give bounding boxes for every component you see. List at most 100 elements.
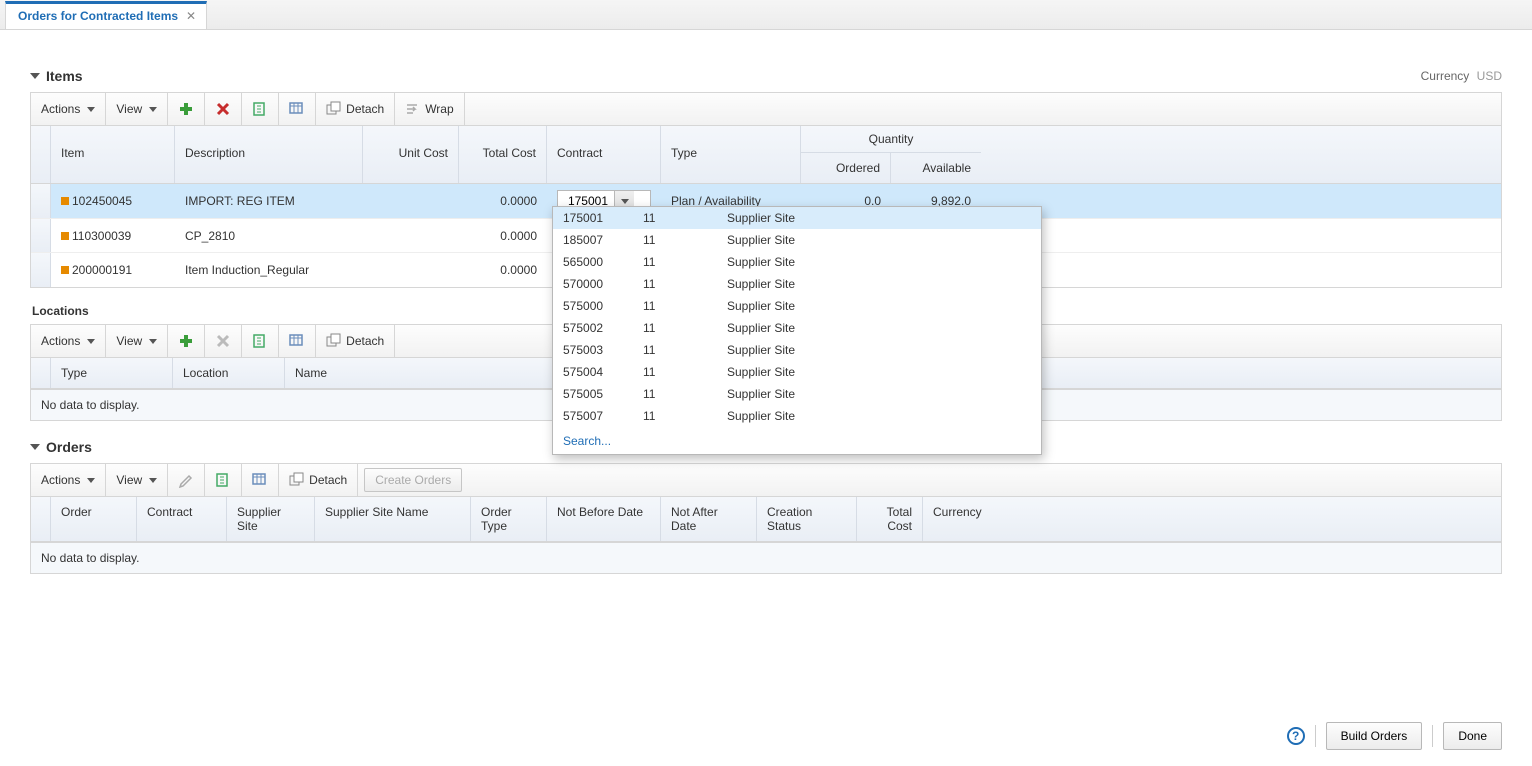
plus-icon [178,333,194,349]
caret-down-icon [87,339,95,344]
caret-down-icon [87,107,95,112]
row-marker-icon [61,197,69,205]
col-order[interactable]: Order [51,497,137,541]
help-icon[interactable]: ? [1287,727,1305,745]
col-type[interactable]: Type [661,126,801,183]
currency-value: USD [1477,69,1502,83]
dropdown-option[interactable]: 17500111Supplier Site [553,207,1041,229]
divider [1432,725,1433,747]
col-order-type[interactable]: Order Type [471,497,547,541]
table-query-icon [252,472,268,488]
divider [1315,725,1316,747]
actions-menu[interactable]: Actions [31,325,106,357]
dropdown-option[interactable]: 18500711Supplier Site [553,229,1041,251]
dropdown-option[interactable]: 57500411Supplier Site [553,361,1041,383]
plus-icon [178,101,194,117]
dropdown-search-link[interactable]: Search... [553,427,1041,454]
detach-icon [326,101,342,117]
cell-total-cost: 0.0000 [459,223,547,249]
tab-title: Orders for Contracted Items [18,9,178,23]
detach-label: Detach [346,102,384,116]
caret-down-icon [149,107,157,112]
detach-button[interactable]: Detach [316,93,395,125]
create-orders-label: Create Orders [375,473,451,487]
wrap-button[interactable]: Wrap [395,93,464,125]
col-ordered[interactable]: Ordered [801,153,891,183]
dropdown-option[interactable]: 57500211Supplier Site [553,317,1041,339]
view-menu[interactable]: View [106,464,168,496]
view-menu[interactable]: View [106,325,168,357]
col-total-cost[interactable]: Total Cost [857,497,923,541]
col-supplier-site-name[interactable]: Supplier Site Name [315,497,471,541]
table-query-icon [289,333,305,349]
query-button[interactable] [242,464,279,496]
col-creation-status[interactable]: Creation Status [757,497,857,541]
cell-item: 110300039 [72,229,131,243]
col-not-before-date[interactable]: Not Before Date [547,497,661,541]
footer-bar: ? Build Orders Done [1287,722,1502,750]
done-button[interactable]: Done [1443,722,1502,750]
col-description[interactable]: Description [175,126,363,183]
cell-unit-cost [363,264,459,276]
col-contract[interactable]: Contract [137,497,227,541]
create-orders-button[interactable]: Create Orders [364,468,462,492]
view-label: View [116,473,142,487]
cell-item: 200000191 [72,263,132,277]
detach-button[interactable]: Detach [316,325,395,357]
dropdown-option[interactable]: 57500511Supplier Site [553,383,1041,405]
detach-button[interactable]: Detach [279,464,358,496]
x-icon [215,101,231,117]
col-unit-cost[interactable]: Unit Cost [363,126,459,183]
query-button[interactable] [279,93,316,125]
caret-down-icon [87,478,95,483]
col-location[interactable]: Location [173,358,285,388]
col-available[interactable]: Available [891,153,981,183]
contract-dropdown-panel[interactable]: 17500111Supplier Site18500711Supplier Si… [552,206,1042,455]
export-button[interactable] [242,93,279,125]
dropdown-option[interactable]: 57500011Supplier Site [553,295,1041,317]
col-supplier-site[interactable]: Supplier Site [227,497,315,541]
col-contract[interactable]: Contract [547,126,661,183]
row-marker-icon [61,266,69,274]
row-marker-icon [61,232,69,240]
add-button[interactable] [168,325,205,357]
col-item[interactable]: Item [51,126,175,183]
collapse-arrow-icon[interactable] [30,444,40,450]
export-button[interactable] [242,325,279,357]
dropdown-option[interactable]: 57500311Supplier Site [553,339,1041,361]
query-button[interactable] [279,325,316,357]
items-section-title: Items [46,68,83,84]
dropdown-option[interactable]: 57000011Supplier Site [553,273,1041,295]
cell-description: Item Induction_Regular [175,257,363,283]
dropdown-option[interactable]: 57500711Supplier Site [553,405,1041,427]
build-orders-button[interactable]: Build Orders [1326,722,1423,750]
delete-button[interactable] [205,325,242,357]
tab-orders-contracted-items[interactable]: Orders for Contracted Items ✕ [5,1,207,29]
col-currency[interactable]: Currency [923,497,989,541]
table-query-icon [289,101,305,117]
dropdown-option[interactable]: 56500011Supplier Site [553,251,1041,273]
items-toolbar: Actions View Detach Wrap [30,92,1502,126]
export-button[interactable] [205,464,242,496]
actions-menu[interactable]: Actions [31,93,106,125]
actions-label: Actions [41,473,80,487]
edit-button[interactable] [168,464,205,496]
view-menu[interactable]: View [106,93,168,125]
col-total-cost[interactable]: Total Cost [459,126,547,183]
caret-down-icon [149,339,157,344]
cell-unit-cost [363,230,459,242]
tab-close-icon[interactable]: ✕ [186,9,196,23]
caret-down-icon [149,478,157,483]
col-not-after-date[interactable]: Not After Date [661,497,757,541]
orders-empty-message: No data to display. [30,543,1502,574]
add-button[interactable] [168,93,205,125]
collapse-arrow-icon[interactable] [30,73,40,79]
actions-menu[interactable]: Actions [31,464,106,496]
orders-toolbar: Actions View Detach Create Orders [30,463,1502,497]
export-icon [252,333,268,349]
col-type[interactable]: Type [51,358,173,388]
items-grid-header: Item Description Unit Cost Total Cost Co… [31,126,1501,184]
orders-grid-header: Order Contract Supplier Site Supplier Si… [31,497,1501,542]
delete-button[interactable] [205,93,242,125]
orders-section-title: Orders [46,439,92,455]
